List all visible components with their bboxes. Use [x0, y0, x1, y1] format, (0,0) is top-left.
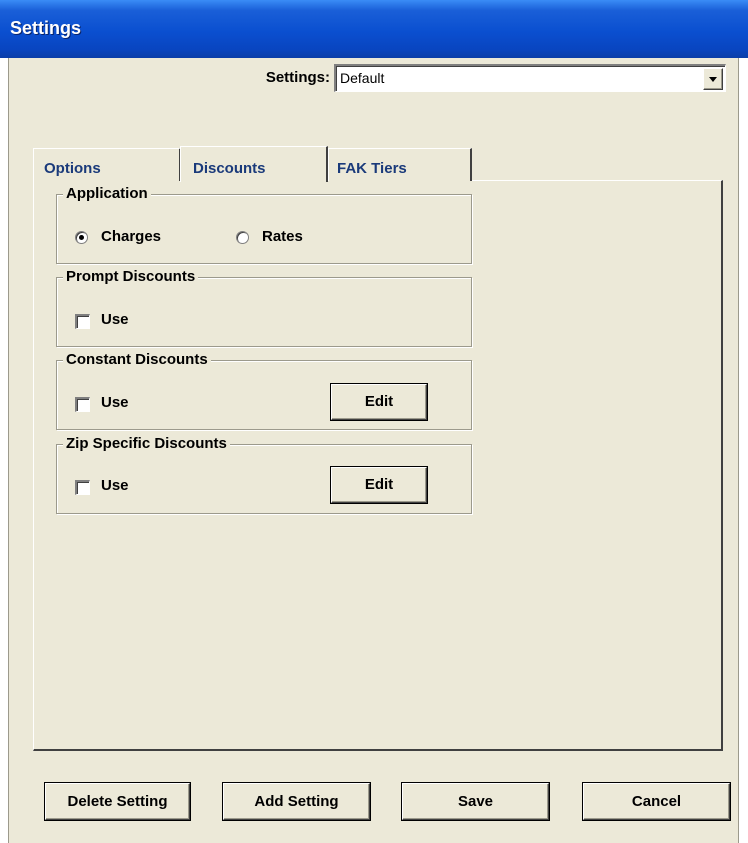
zip-specific-discounts-use-checkbox[interactable] [75, 480, 90, 495]
charges-radio[interactable] [75, 231, 88, 244]
tab-options-label: Options [44, 160, 101, 177]
constant-discounts-edit-button[interactable]: Edit [331, 384, 427, 420]
save-button[interactable]: Save [402, 783, 549, 820]
cancel-button[interactable]: Cancel [583, 783, 730, 820]
zip-specific-discounts-group-title: Zip Specific Discounts [63, 435, 230, 452]
charges-label[interactable]: Charges [101, 228, 161, 245]
delete-setting-label: Delete Setting [67, 793, 168, 810]
save-label: Save [457, 793, 494, 810]
dropdown-arrow-button[interactable] [703, 68, 723, 90]
window-frame-left [0, 58, 9, 843]
tab-discounts-label: Discounts [193, 160, 266, 177]
window-title: Settings [10, 18, 82, 38]
zip-specific-discounts-edit-button[interactable]: Edit [331, 467, 427, 503]
delete-setting-button[interactable]: Delete Setting [45, 783, 190, 820]
title-bar[interactable]: Settings [0, 0, 748, 58]
constant-discounts-edit-label: Edit [364, 393, 394, 410]
prompt-discounts-group-title: Prompt Discounts [63, 268, 199, 285]
zip-specific-discounts-edit-label: Edit [364, 476, 394, 493]
settings-label: Settings: [265, 69, 330, 86]
settings-dropdown[interactable]: Default [334, 64, 726, 92]
tab-options[interactable]: Options [33, 148, 181, 181]
rates-radio[interactable] [236, 231, 249, 244]
chevron-down-icon [709, 77, 717, 82]
prompt-discounts-use-label[interactable]: Use [101, 311, 129, 328]
settings-dropdown-value: Default [340, 70, 385, 86]
cancel-label: Cancel [631, 793, 682, 810]
add-setting-label: Add Setting [254, 793, 339, 810]
tab-discounts[interactable]: Discounts [180, 146, 328, 182]
add-setting-button[interactable]: Add Setting [223, 783, 370, 820]
constant-discounts-use-label[interactable]: Use [101, 394, 129, 411]
prompt-discounts-use-checkbox[interactable] [75, 314, 90, 329]
settings-window: Settings Settings: Default Options FAK T… [0, 0, 748, 843]
constant-discounts-group-title: Constant Discounts [63, 351, 211, 368]
constant-discounts-use-checkbox[interactable] [75, 397, 90, 412]
tab-fak-tiers[interactable]: FAK Tiers [328, 148, 472, 181]
application-group-title: Application [63, 185, 151, 202]
rates-label[interactable]: Rates [262, 228, 303, 245]
zip-specific-discounts-use-label[interactable]: Use [101, 477, 129, 494]
window-frame-right [738, 58, 748, 843]
tab-fak-tiers-label: FAK Tiers [337, 160, 407, 177]
